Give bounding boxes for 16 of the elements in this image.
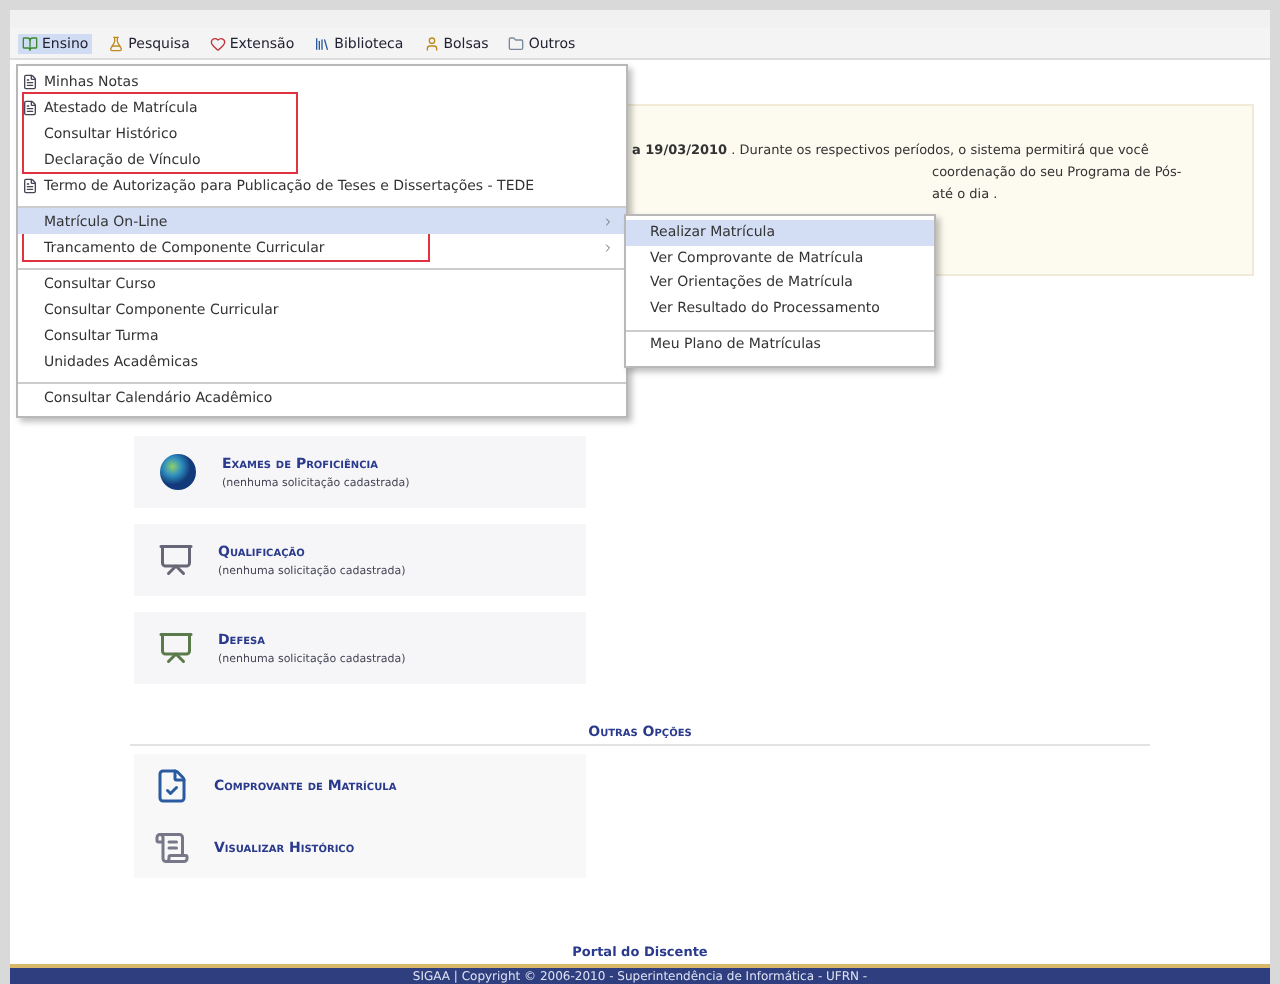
- document-icon: [154, 767, 190, 803]
- scroll-icon: [154, 829, 190, 865]
- heart-icon: [209, 35, 226, 51]
- document-icon: [22, 177, 38, 193]
- chevron-right-icon: [602, 241, 614, 253]
- folder-icon: [508, 35, 525, 51]
- book-icon: [22, 35, 38, 51]
- document-icon: [22, 99, 38, 115]
- document-icon: [22, 73, 38, 89]
- library-icon: [314, 35, 331, 51]
- chevron-right-icon: [602, 215, 614, 227]
- person-icon: [423, 35, 440, 51]
- easel-icon: [158, 630, 194, 666]
- flask-icon: [108, 35, 125, 51]
- easel-icon: [158, 542, 194, 578]
- globe-icon: [158, 452, 198, 492]
